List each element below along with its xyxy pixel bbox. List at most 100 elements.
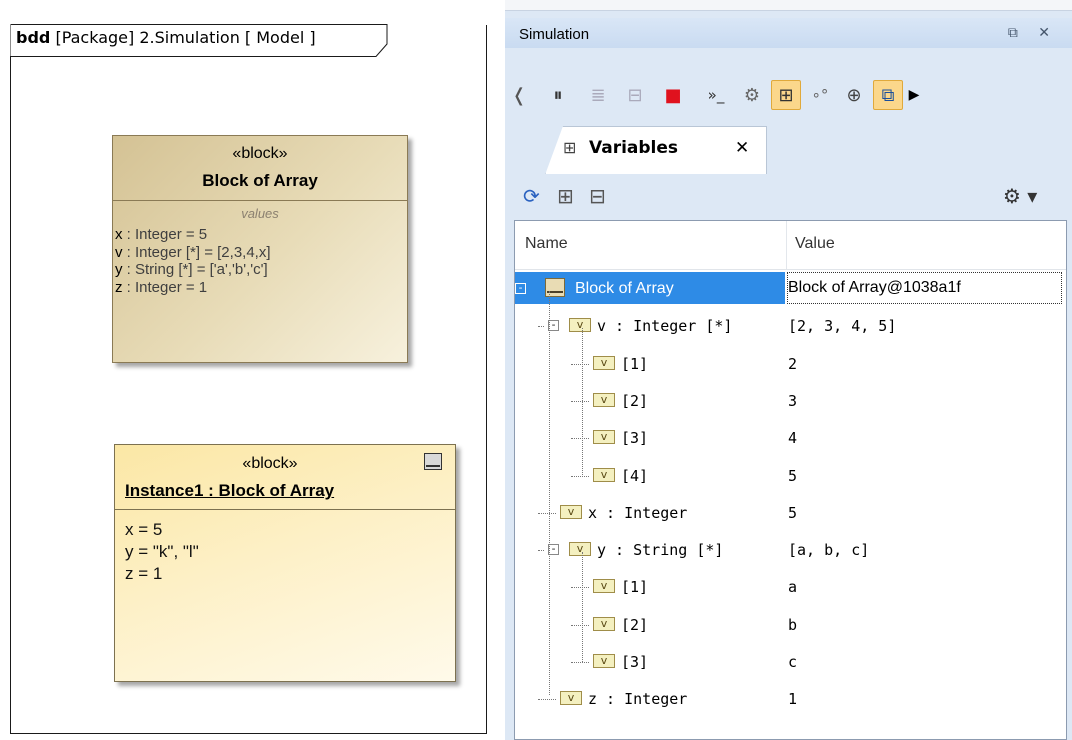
value-variable-icon: v <box>593 616 615 631</box>
variables-toolbar: ⟳ ⊞ ⊟ ⚙ ▾ <box>505 174 1072 218</box>
collapse-all-icon[interactable]: ⊟ <box>589 184 606 208</box>
tree-connector <box>538 512 556 514</box>
options-gear-icon[interactable]: ⚙ ▾ <box>1003 184 1037 208</box>
block-of-array-shape[interactable]: «block» Block of Array values x : Intege… <box>112 135 408 363</box>
variable-value[interactable]: [2, 3, 4, 5] <box>788 317 896 335</box>
simulation-toolbar: ❬ ⏸ ≣ ⊟ ■ »_ ⚙ ⊞ ∘° ⊕ ⧉ ▶ <box>505 70 1072 118</box>
sessions-icon: ∘° <box>811 86 829 104</box>
pause-button[interactable]: ⏸ <box>543 80 573 110</box>
table-row[interactable]: v z : Integer 1 <box>515 681 1066 718</box>
table-row[interactable]: -vy : String [*] [a, b, c] <box>515 532 1066 569</box>
tree-connector <box>571 662 589 663</box>
tree-header: Name Value <box>515 221 1066 270</box>
lock-icon: ⊕ <box>846 84 862 106</box>
table-row[interactable]: v [3] 4 <box>515 420 1066 457</box>
block-values-list: x : Integer = 5 v : Integer [*] = [2,3,4… <box>115 226 271 296</box>
triggers-icon: ⧉ <box>881 84 895 106</box>
tab-variables-label[interactable]: Variables <box>589 138 678 158</box>
panel-tabstrip: ⊞ Variables ✕ <box>505 126 1072 175</box>
block-instance-icon <box>545 278 565 297</box>
slot-x[interactable]: x = 5 <box>125 519 199 541</box>
tree-connector <box>571 587 589 589</box>
tree-guide-line <box>549 291 550 696</box>
step-into-icon: ≣ <box>590 84 606 106</box>
tree-connector <box>571 363 589 365</box>
breakpoints-button[interactable]: ⚙ <box>737 80 767 110</box>
value-variable-icon: v <box>593 430 615 445</box>
variable-value[interactable]: 3 <box>788 392 797 410</box>
console-icon: »_ <box>707 86 725 104</box>
sessions-view-button[interactable]: ∘° <box>805 80 835 110</box>
step-back-icon: ❬ <box>511 84 527 106</box>
variable-name: [2] <box>621 615 649 634</box>
variable-value[interactable]: 4 <box>788 429 797 447</box>
variable-value[interactable]: b <box>788 616 797 634</box>
variable-name: [3] <box>621 653 649 671</box>
tree-guide-line <box>582 328 583 476</box>
block-stereotype: «block» <box>232 145 288 162</box>
value-property-x[interactable]: x : Integer = 5 <box>115 226 271 244</box>
instance-name: Instance1 : Block of Array <box>125 481 335 500</box>
variables-view: ⟳ ⊞ ⊟ ⚙ ▾ Name Value - Block of Array Bloc… <box>505 174 1072 740</box>
panel-title: Simulation <box>519 26 590 43</box>
more-icon: ▶ <box>908 87 920 103</box>
instance-icon <box>424 453 442 470</box>
lock-button[interactable]: ⊕ <box>839 80 869 110</box>
table-row[interactable]: v [3] c <box>515 644 1066 681</box>
step-over-button[interactable]: ⊟ <box>620 80 650 110</box>
tab-close-icon[interactable]: ✕ <box>735 138 749 158</box>
panel-window-controls[interactable]: ⧉ ✕ <box>1008 25 1058 41</box>
value-variable-icon: v <box>560 504 582 519</box>
column-separator[interactable] <box>786 221 787 269</box>
column-header-value[interactable]: Value <box>795 235 835 253</box>
tree-connector <box>538 326 544 328</box>
value-property-z[interactable]: z : Integer = 1 <box>115 279 271 297</box>
table-row[interactable]: -vv : Integer [*] [2, 3, 4, 5] <box>515 308 1066 345</box>
variable-value[interactable]: 5 <box>788 467 797 485</box>
instance-slots: x = 5 y = "k", "l" z = 1 <box>125 519 199 585</box>
variables-tab-icon: ⊞ <box>563 138 577 157</box>
variable-value[interactable]: 5 <box>788 504 797 522</box>
variable-value[interactable]: 1 <box>788 690 797 708</box>
table-row[interactable]: v [4] 5 <box>515 458 1066 495</box>
table-row[interactable]: v x : Integer 5 <box>515 495 1066 532</box>
values-compartment-label: values <box>241 206 279 221</box>
tree-connector <box>538 699 556 701</box>
column-header-name[interactable]: Name <box>525 235 568 253</box>
collapse-toggle-icon[interactable]: - <box>515 282 526 294</box>
instance-compartment-divider <box>115 509 455 510</box>
table-row[interactable]: v [2] 3 <box>515 383 1066 420</box>
triggers-view-button[interactable]: ⧉ <box>873 80 903 110</box>
step-back-button[interactable]: ❬ <box>509 80 529 110</box>
variable-value[interactable]: a <box>788 578 797 596</box>
table-row[interactable]: - Block of Array Block of Array@1038a1f <box>515 271 1066 308</box>
slot-z[interactable]: z = 1 <box>125 563 199 585</box>
terminate-button[interactable]: ■ <box>658 80 688 110</box>
variable-name: v : Integer [*] <box>597 317 733 336</box>
slot-y[interactable]: y = "k", "l" <box>125 541 199 563</box>
value-variable-icon: v <box>593 355 615 370</box>
variable-name: x : Integer <box>588 503 688 522</box>
variable-value[interactable]: 2 <box>788 355 797 373</box>
expand-all-icon[interactable]: ⊞ <box>557 184 574 208</box>
instance-shape[interactable]: «block» Instance1 : Block of Array x = 5… <box>114 444 456 682</box>
table-row[interactable]: v [1] 2 <box>515 346 1066 383</box>
tree-connector <box>538 550 544 552</box>
value-property-y[interactable]: y : String [*] = ['a','b','c'] <box>115 261 271 279</box>
more-button[interactable]: ▶ <box>905 80 923 110</box>
variable-value[interactable]: Block of Array@1038a1f <box>788 279 961 297</box>
variables-icon: ⊞ <box>778 84 794 106</box>
variable-value[interactable]: [a, b, c] <box>788 541 869 559</box>
value-variable-icon: v <box>569 542 591 557</box>
step-into-button[interactable]: ≣ <box>583 80 613 110</box>
pause-icon: ⏸ <box>553 84 563 106</box>
variables-view-button[interactable]: ⊞ <box>771 80 801 110</box>
variables-tree[interactable]: Name Value - Block of Array Block of Array… <box>514 220 1067 740</box>
value-property-v[interactable]: v : Integer [*] = [2,3,4,x] <box>115 244 271 262</box>
table-row[interactable]: v [2] b <box>515 607 1066 644</box>
variable-value[interactable]: c <box>788 653 797 671</box>
table-row[interactable]: v [1] a <box>515 569 1066 606</box>
tree-guide-line <box>582 552 583 662</box>
refresh-icon[interactable]: ⟳ <box>523 184 540 208</box>
console-button[interactable]: »_ <box>701 80 731 110</box>
